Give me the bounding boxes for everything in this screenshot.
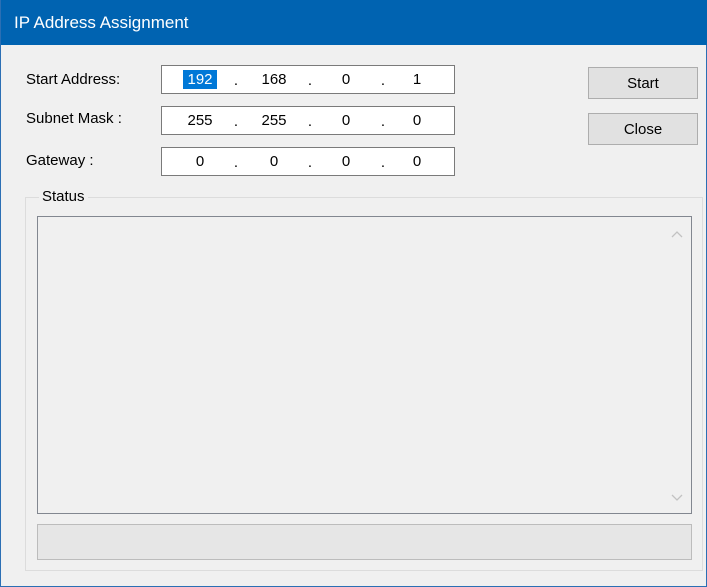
gateway-octet-3[interactable]: 0: [329, 152, 363, 171]
chevron-up-icon[interactable]: [663, 221, 691, 249]
gateway-octet-2[interactable]: 0: [257, 152, 291, 171]
chevron-down-icon[interactable]: [663, 483, 691, 511]
start-address-octet-3[interactable]: 0: [329, 70, 363, 89]
start-button[interactable]: Start: [588, 67, 698, 99]
subnet-mask-field[interactable]: 255 . 255 . 0 . 0: [161, 106, 455, 135]
status-log-scrollbar[interactable]: [663, 217, 691, 513]
gateway-octet-1[interactable]: 0: [183, 152, 217, 171]
progress-bar: [37, 524, 692, 560]
status-group-label: Status: [39, 188, 88, 205]
gateway-octet-4[interactable]: 0: [400, 152, 434, 171]
subnet-mask-octet-4[interactable]: 0: [400, 111, 434, 130]
subnet-mask-octet-3[interactable]: 0: [329, 111, 363, 130]
start-address-separator-1: .: [233, 72, 239, 89]
ip-address-assignment-window: IP Address Assignment Start Address: 192…: [0, 0, 707, 587]
subnet-mask-octet-1[interactable]: 255: [183, 111, 217, 130]
subnet-mask-separator-3: .: [380, 113, 386, 130]
gateway-field[interactable]: 0 . 0 . 0 . 0: [161, 147, 455, 176]
subnet-mask-label: Subnet Mask :: [26, 110, 122, 127]
window-title: IP Address Assignment: [14, 13, 189, 32]
subnet-mask-separator-1: .: [233, 113, 239, 130]
start-address-octet-2[interactable]: 168: [257, 70, 291, 89]
status-log-textarea[interactable]: [37, 216, 692, 514]
title-bar[interactable]: IP Address Assignment: [1, 0, 707, 45]
subnet-mask-octet-2[interactable]: 255: [257, 111, 291, 130]
close-button[interactable]: Close: [588, 113, 698, 145]
gateway-label: Gateway :: [26, 152, 94, 169]
gateway-separator-1: .: [233, 154, 239, 171]
start-address-separator-2: .: [307, 72, 313, 89]
start-address-octet-1[interactable]: 192: [183, 70, 217, 89]
start-address-field[interactable]: 192 . 168 . 0 . 1: [161, 65, 455, 94]
subnet-mask-separator-2: .: [307, 113, 313, 130]
gateway-separator-2: .: [307, 154, 313, 171]
start-address-label: Start Address:: [26, 71, 121, 88]
gateway-separator-3: .: [380, 154, 386, 171]
start-address-octet-4[interactable]: 1: [400, 70, 434, 89]
start-address-separator-3: .: [380, 72, 386, 89]
